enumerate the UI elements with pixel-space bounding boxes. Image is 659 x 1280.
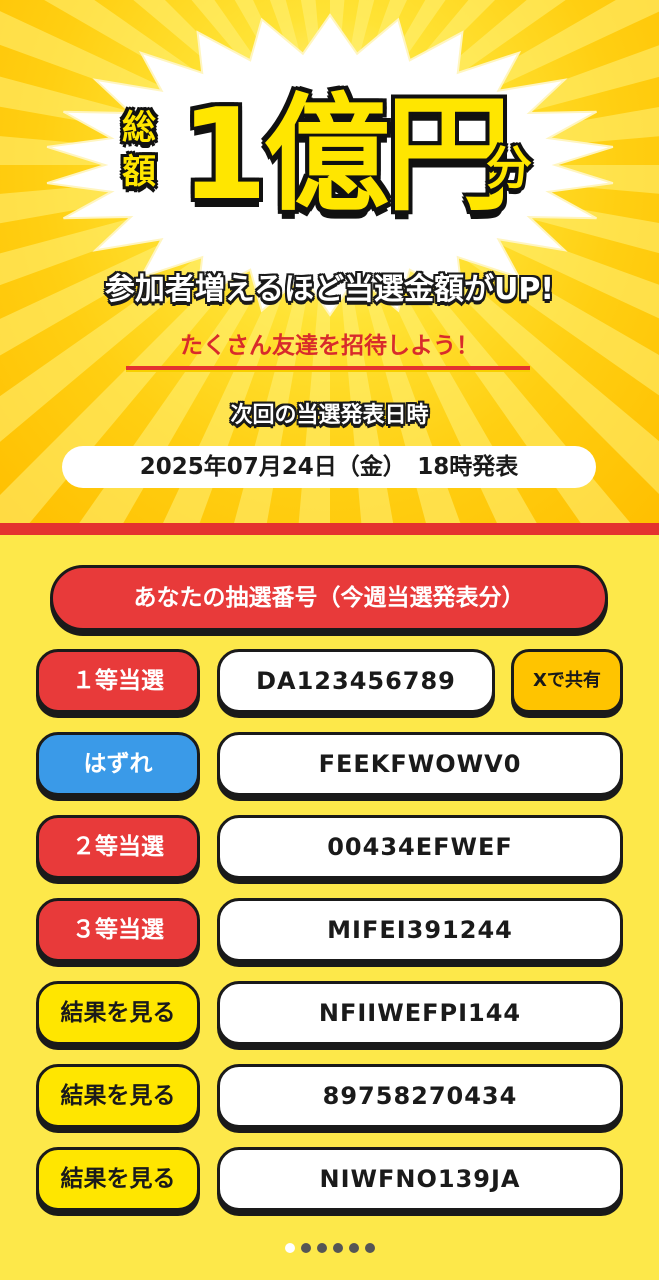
invite-text: たくさん友達を招待しよう！	[180, 333, 479, 359]
view-result-button[interactable]: 結果を見る	[36, 1064, 200, 1128]
page-dot[interactable]	[348, 1243, 359, 1253]
page-indicator	[0, 1238, 659, 1253]
invite-underline	[126, 366, 530, 372]
lottery-number: 89758270434	[217, 1064, 623, 1128]
result-status-badge[interactable]: はずれ	[36, 732, 200, 796]
tagline: 参加者増えるほど当選金額がUP!	[104, 272, 555, 307]
view-result-button[interactable]: 結果を見る	[36, 1147, 200, 1211]
total-label: 総額	[122, 108, 156, 192]
next-draw-label: 次回の当選発表日時	[230, 403, 429, 428]
lottery-row: 結果を見る 89758270434	[36, 1064, 626, 1130]
section-divider	[0, 523, 659, 535]
lottery-row: 結果を見る NIWFNO139JA	[36, 1147, 626, 1213]
lottery-row: ２等当選 00434EFWEF	[36, 815, 626, 881]
result-status-badge[interactable]: １等当選	[36, 649, 200, 713]
lottery-row: １等当選 DA123456789 Xで共有	[36, 649, 626, 715]
lottery-number: DA123456789	[217, 649, 495, 713]
page-dot[interactable]	[300, 1243, 311, 1253]
result-status-badge[interactable]: ２等当選	[36, 815, 200, 879]
next-draw-date: 2025年07月24日（金） 18時発表	[62, 446, 596, 488]
view-result-button[interactable]: 結果を見る	[36, 981, 200, 1045]
lottery-row: 結果を見る NFIIWEFPI144	[36, 981, 626, 1047]
hero-banner: 総額 1億円 分 参加者増えるほど当選金額がUP! たくさん友達を招待しよう！ …	[0, 0, 659, 526]
lottery-number: 00434EFWEF	[217, 815, 623, 879]
prize-suffix: 分	[486, 141, 532, 195]
lottery-numbers-header: あなたの抽選番号（今週当選発表分）	[50, 565, 608, 631]
page-dot[interactable]	[316, 1243, 327, 1253]
lottery-number: FEEKFWOWV0	[217, 732, 623, 796]
page-dot[interactable]	[284, 1243, 295, 1253]
lottery-row: はずれ FEEKFWOWV0	[36, 732, 626, 798]
app-root: 総額 1億円 分 参加者増えるほど当選金額がUP! たくさん友達を招待しよう！ …	[0, 0, 659, 1280]
prize-amount: 1億円	[180, 81, 512, 228]
lottery-number: NFIIWEFPI144	[217, 981, 623, 1045]
result-status-badge[interactable]: ３等当選	[36, 898, 200, 962]
page-dot[interactable]	[364, 1243, 375, 1253]
lottery-row: ３等当選 MIFEI391244	[36, 898, 626, 964]
lottery-number: MIFEI391244	[217, 898, 623, 962]
page-dot[interactable]	[332, 1243, 343, 1253]
share-on-x-button[interactable]: Xで共有	[511, 649, 623, 713]
lottery-number: NIWFNO139JA	[217, 1147, 623, 1211]
